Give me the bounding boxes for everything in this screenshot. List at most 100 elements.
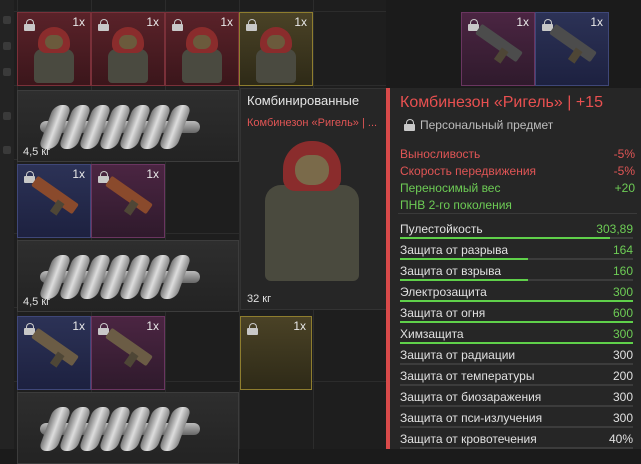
crankshaft-icon bbox=[37, 407, 200, 451]
stat-row: Химзащита 300 bbox=[400, 325, 633, 346]
crankshaft-item[interactable]: 4,5 кг bbox=[17, 240, 239, 312]
stat-value: 303,89 bbox=[596, 222, 633, 236]
divider bbox=[398, 213, 637, 214]
inventory-slot[interactable]: 1x bbox=[91, 12, 165, 86]
rifle-weapon-icon bbox=[31, 175, 79, 215]
inventory-slot[interactable]: 1x bbox=[91, 316, 165, 390]
item-tooltip: Комбинезон «Ригель» | +15 Персональный п… bbox=[386, 88, 641, 449]
stat-bar bbox=[400, 258, 633, 260]
rifle-weapon-icon bbox=[105, 175, 153, 215]
sidebar-icon[interactable] bbox=[3, 16, 11, 24]
inventory-slot[interactable]: 1x bbox=[165, 12, 239, 86]
inventory-slot[interactable]: 1x bbox=[240, 316, 312, 390]
stat-bar bbox=[400, 321, 633, 323]
stat-value: 600 bbox=[612, 306, 633, 320]
stat-bar bbox=[400, 405, 633, 407]
stat-bar-fill bbox=[400, 258, 529, 260]
stat-row: Защита от разрыва 164 bbox=[400, 241, 633, 262]
inventory-slot[interactable]: 1x bbox=[91, 164, 165, 238]
stat-label: Химзащита bbox=[400, 327, 464, 341]
stat-bar bbox=[400, 300, 633, 302]
stat-bar bbox=[400, 237, 633, 239]
smg-weapon-icon bbox=[549, 23, 597, 63]
crankshaft-icon bbox=[37, 255, 200, 299]
stat-value: 164 bbox=[612, 243, 633, 257]
stat-value: 300 bbox=[612, 348, 633, 362]
item-quantity: 1x bbox=[516, 15, 529, 29]
modifier-label: ПНВ 2-го поколения bbox=[400, 198, 512, 212]
modifier-row: Выносливость -5% bbox=[400, 146, 635, 163]
item-quantity: 1x bbox=[294, 15, 307, 29]
modifier-value: -5% bbox=[613, 147, 635, 161]
inventory-slot[interactable]: 1x bbox=[239, 12, 313, 86]
item-quantity: 1x bbox=[72, 319, 85, 333]
item-weight: 4,5 кг bbox=[23, 146, 51, 158]
stat-value: 160 bbox=[612, 264, 633, 278]
gun-weapon-icon bbox=[105, 327, 153, 367]
stat-value: 300 bbox=[612, 327, 633, 341]
modifier-value: -5% bbox=[613, 164, 635, 178]
stat-bar bbox=[400, 363, 633, 365]
stat-value: 300 bbox=[612, 411, 633, 425]
preview-category: Комбинированные bbox=[247, 93, 360, 108]
stat-bar-fill bbox=[400, 342, 633, 344]
item-weight: 4,5 кг bbox=[23, 296, 51, 308]
item-quantity: 1x bbox=[146, 15, 159, 29]
stat-value: 40% bbox=[608, 432, 633, 446]
stat-label: Электрозащита bbox=[400, 285, 487, 299]
sidebar-icon[interactable] bbox=[3, 42, 11, 50]
crankshaft-item[interactable]: 4,5 кг bbox=[17, 90, 239, 162]
preview-weight: 32 кг bbox=[247, 293, 272, 305]
inventory-slot[interactable]: 1x bbox=[461, 12, 535, 86]
item-quantity: 1x bbox=[293, 319, 306, 333]
armor-suit-icon bbox=[254, 27, 298, 83]
inventory-slot[interactable]: 1x bbox=[17, 316, 91, 390]
stat-value: 200 bbox=[612, 369, 633, 383]
item-preview-panel: Комбинированные Комбинезон «Ригель» | ..… bbox=[240, 88, 388, 310]
stat-bar-fill bbox=[400, 321, 633, 323]
stat-label: Защита от кровотечения bbox=[400, 432, 537, 446]
armor-suit-icon bbox=[180, 27, 224, 83]
inventory-slot[interactable]: 1x bbox=[17, 164, 91, 238]
item-name: Комбинезон «Ригель» | +15 bbox=[400, 94, 603, 111]
stat-label: Защита от биозаражения bbox=[400, 390, 542, 404]
stat-label: Защита от радиации bbox=[400, 348, 516, 362]
stat-row: Пулестойкость 303,89 bbox=[400, 220, 633, 241]
stat-row: Защита от взрыва 160 bbox=[400, 262, 633, 283]
armor-suit-image bbox=[257, 141, 367, 281]
lock-icon bbox=[247, 323, 258, 335]
stat-row: Защита от огня 600 bbox=[400, 304, 633, 325]
sidebar-icon[interactable] bbox=[3, 146, 11, 154]
modifier-value: +20 bbox=[614, 181, 635, 195]
stat-bar bbox=[400, 426, 633, 428]
stat-label: Пулестойкость bbox=[400, 222, 483, 236]
stat-row: Защита от радиации 300 bbox=[400, 346, 633, 367]
item-quantity: 1x bbox=[220, 15, 233, 29]
stat-list: Пулестойкость 303,89 Защита от разрыва 164 З… bbox=[400, 220, 633, 451]
stat-bar-fill bbox=[400, 300, 633, 302]
smg-weapon-icon bbox=[475, 23, 523, 63]
stat-label: Защита от пси-излучения bbox=[400, 411, 543, 425]
stat-label: Защита от разрыва bbox=[400, 243, 509, 257]
stat-label: Защита от огня bbox=[400, 306, 486, 320]
crankshaft-item[interactable] bbox=[17, 392, 239, 464]
inventory-slot[interactable]: 1x bbox=[17, 12, 91, 86]
stat-bar-fill bbox=[400, 237, 610, 239]
stat-value: 300 bbox=[612, 390, 633, 404]
item-quantity: 1x bbox=[590, 15, 603, 29]
armor-suit-icon bbox=[32, 27, 76, 83]
modifier-row: Переносимый вес +20 bbox=[400, 180, 635, 197]
sidebar-icon[interactable] bbox=[3, 112, 11, 120]
inventory-slot[interactable]: 1x bbox=[535, 12, 609, 86]
preview-item-name: Комбинезон «Ригель» | ... bbox=[247, 117, 378, 129]
stat-bar bbox=[400, 279, 633, 281]
armor-suit-icon bbox=[106, 27, 150, 83]
item-quantity: 1x bbox=[146, 167, 159, 181]
stat-value: 300 bbox=[612, 285, 633, 299]
modifier-row: ПНВ 2-го поколения bbox=[400, 197, 635, 214]
stat-label: Защита от температуры bbox=[400, 369, 535, 383]
modifier-row: Скорость передвижения -5% bbox=[400, 163, 635, 180]
sidebar-icon[interactable] bbox=[3, 68, 11, 76]
modifier-label: Переносимый вес bbox=[400, 181, 501, 195]
item-quantity: 1x bbox=[146, 319, 159, 333]
